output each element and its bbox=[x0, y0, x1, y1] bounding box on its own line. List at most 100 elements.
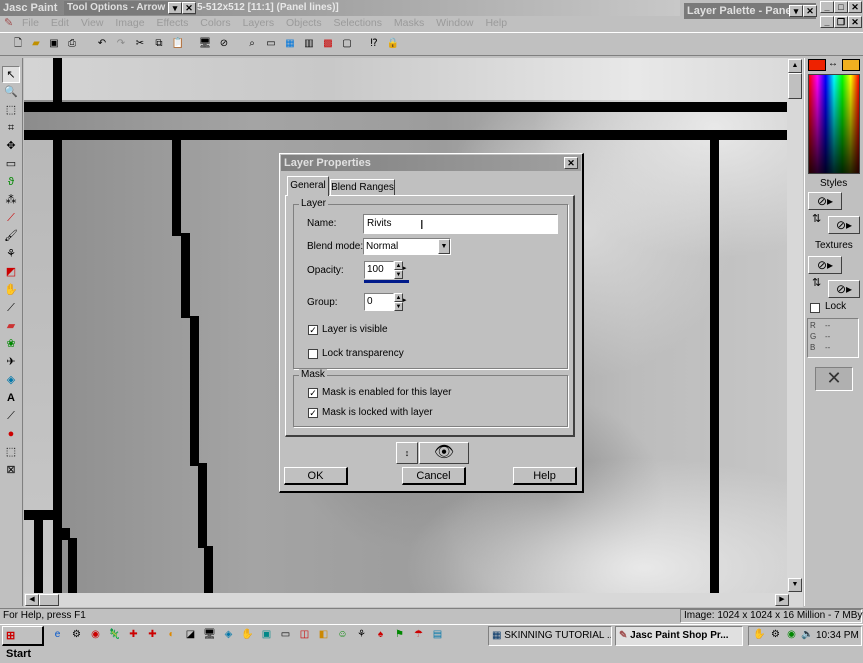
quicklaunch-icon[interactable]: ✋ bbox=[240, 627, 255, 642]
help-button[interactable]: Help bbox=[513, 467, 577, 485]
horizontal-scrollbar[interactable] bbox=[24, 593, 803, 607]
quicklaunch-icon[interactable]: ⚑ bbox=[392, 627, 407, 642]
ok-button[interactable]: OK bbox=[284, 467, 348, 485]
internet-explorer-icon[interactable]: e bbox=[50, 627, 65, 642]
tab-general[interactable]: General bbox=[287, 176, 329, 196]
paste-icon[interactable]: 📋 bbox=[170, 36, 186, 52]
picture-tube-tool-icon[interactable]: ❀ bbox=[2, 336, 20, 353]
color-replacer-tool-icon[interactable]: ◩ bbox=[2, 264, 20, 281]
text-tool-icon[interactable]: A bbox=[2, 390, 20, 407]
tool-options-close-button[interactable]: ✕ bbox=[182, 2, 196, 14]
layer-visible-checkbox[interactable]: ✓ bbox=[308, 325, 318, 335]
menu-view[interactable]: View bbox=[81, 17, 104, 29]
scroll-right-button[interactable]: ▶ bbox=[775, 594, 789, 606]
doc-minimize-button[interactable]: _ bbox=[820, 16, 834, 28]
quicklaunch-icon[interactable]: ✚ bbox=[126, 627, 141, 642]
lock-transparency-checkbox[interactable] bbox=[308, 349, 318, 359]
lock-toolbar-icon[interactable]: 🔒 bbox=[385, 36, 401, 52]
opacity-up-button[interactable]: ▲ bbox=[394, 261, 403, 270]
group-up-button[interactable]: ▲ bbox=[394, 293, 403, 302]
toggle-histogram-icon[interactable]: ▥ bbox=[301, 36, 317, 52]
toggle-tool-options-icon[interactable]: ▭ bbox=[263, 36, 279, 52]
quicklaunch-icon[interactable]: 🦎 bbox=[107, 627, 122, 642]
app-close-button[interactable]: ✕ bbox=[848, 1, 862, 13]
menu-window[interactable]: Window bbox=[436, 17, 473, 29]
start-button[interactable]: ⊞ Start bbox=[2, 626, 44, 660]
full-screen-icon[interactable]: 🖥 bbox=[197, 36, 213, 52]
tool-options-rollup-button[interactable]: ▾ bbox=[168, 2, 182, 14]
scroll-left-button[interactable]: ◀ bbox=[25, 594, 39, 606]
paint-brush-tool-icon[interactable]: 🖌 bbox=[2, 228, 20, 245]
name-input[interactable]: Rivits bbox=[363, 214, 558, 234]
menu-effects[interactable]: Effects bbox=[156, 17, 188, 29]
preview-eye-button[interactable]: 👁 bbox=[419, 442, 469, 464]
blend-mode-dropdown-button[interactable]: ▼ bbox=[438, 239, 450, 254]
group-down-button[interactable]: ▼ bbox=[394, 302, 403, 311]
vector-shape-tool-icon[interactable]: ⊠ bbox=[2, 462, 20, 479]
clone-brush-tool-icon[interactable]: ⚘ bbox=[2, 246, 20, 263]
crop-tool-icon[interactable]: ⌗ bbox=[2, 120, 20, 137]
copy-icon[interactable]: ⧉ bbox=[151, 36, 167, 52]
menu-objects[interactable]: Objects bbox=[286, 17, 322, 29]
selection-tool-icon[interactable]: ▭ bbox=[2, 156, 20, 173]
app-maximize-button[interactable]: □ bbox=[834, 1, 848, 13]
normal-viewing-icon[interactable]: ⊘ bbox=[216, 36, 232, 52]
swap-styles-icon[interactable]: ⇅ bbox=[812, 212, 821, 225]
flood-fill-tool-icon[interactable]: ◈ bbox=[2, 372, 20, 389]
layer-palette-close-button[interactable]: ✕ bbox=[803, 5, 817, 17]
quicklaunch-icon[interactable]: ◉ bbox=[88, 627, 103, 642]
tray-volume-icon[interactable]: 🔈 bbox=[800, 627, 815, 642]
toggle-tool-palette-icon[interactable]: ⌕ bbox=[244, 36, 260, 52]
menu-edit[interactable]: Edit bbox=[51, 17, 69, 29]
group-input[interactable]: 0 bbox=[364, 293, 394, 311]
quicklaunch-icon[interactable]: ⚘ bbox=[354, 627, 369, 642]
new-icon[interactable]: 🗋 bbox=[10, 36, 26, 52]
tab-blend-ranges[interactable]: Blend Ranges bbox=[330, 179, 395, 196]
vertical-scroll-thumb[interactable] bbox=[788, 73, 802, 99]
deformation-tool-icon[interactable]: ⬚ bbox=[2, 102, 20, 119]
quicklaunch-icon[interactable]: 🖥 bbox=[202, 627, 217, 642]
mask-locked-checkbox[interactable]: ✓ bbox=[308, 408, 318, 418]
foreground-swatch[interactable] bbox=[808, 59, 826, 71]
dialog-title-bar[interactable]: Layer Properties bbox=[281, 155, 581, 171]
tray-app-icon[interactable]: ◉ bbox=[784, 627, 799, 642]
foreground-style-button[interactable]: ⊘▸ bbox=[808, 192, 842, 210]
quicklaunch-icon[interactable]: ▣ bbox=[259, 627, 274, 642]
horizontal-scroll-thumb[interactable] bbox=[39, 594, 59, 606]
opacity-input[interactable]: 100 bbox=[364, 261, 394, 279]
menu-selections[interactable]: Selections bbox=[334, 17, 382, 29]
foreground-texture-button[interactable]: ⊘▸ bbox=[808, 256, 842, 274]
scroll-up-button[interactable]: ▲ bbox=[788, 59, 802, 73]
quicklaunch-icon[interactable]: ▤ bbox=[430, 627, 445, 642]
undo-icon[interactable]: ↶ bbox=[94, 36, 110, 52]
app-icon[interactable]: ✎ bbox=[4, 17, 16, 29]
doc-close-button[interactable]: ✕ bbox=[848, 16, 862, 28]
lock-checkbox[interactable] bbox=[810, 303, 820, 313]
quicklaunch-icon[interactable]: ✚ bbox=[145, 627, 160, 642]
zoom-tool-icon[interactable]: 🔍 bbox=[2, 84, 20, 101]
cut-icon[interactable]: ✂ bbox=[132, 36, 148, 52]
preset-shapes-tool-icon[interactable]: ● bbox=[2, 426, 20, 443]
swap-textures-icon[interactable]: ⇅ bbox=[812, 276, 821, 289]
quicklaunch-icon[interactable]: ▭ bbox=[278, 627, 293, 642]
toggle-color-palette-icon[interactable]: ▦ bbox=[282, 36, 298, 52]
app-minimize-button[interactable]: _ bbox=[820, 1, 834, 13]
dropper-tool-icon[interactable]: ⟋ bbox=[2, 210, 20, 227]
menu-layers[interactable]: Layers bbox=[243, 17, 275, 29]
quicklaunch-icon[interactable]: ☂ bbox=[411, 627, 426, 642]
draw-tool-icon[interactable]: ⟋ bbox=[2, 408, 20, 425]
opacity-arrow-icon[interactable]: ▸ bbox=[403, 264, 407, 272]
quicklaunch-icon[interactable]: ☺ bbox=[335, 627, 350, 642]
scratch-remover-tool-icon[interactable]: ⟋ bbox=[2, 300, 20, 317]
retouch-tool-icon[interactable]: ✋ bbox=[2, 282, 20, 299]
quicklaunch-icon[interactable]: ◈ bbox=[221, 627, 236, 642]
menu-file[interactable]: File bbox=[22, 17, 39, 29]
opacity-slider-bar[interactable] bbox=[364, 280, 409, 283]
save-icon[interactable]: ▣ bbox=[46, 36, 62, 52]
arrow-tool-icon[interactable]: ↖ bbox=[2, 66, 20, 83]
menu-image[interactable]: Image bbox=[115, 17, 144, 29]
layer-palette-rollup-button[interactable]: ▾ bbox=[789, 5, 803, 17]
magic-wand-tool-icon[interactable]: ⁂ bbox=[2, 192, 20, 209]
menu-help[interactable]: Help bbox=[485, 17, 507, 29]
doc-restore-button[interactable]: ❐ bbox=[834, 16, 848, 28]
